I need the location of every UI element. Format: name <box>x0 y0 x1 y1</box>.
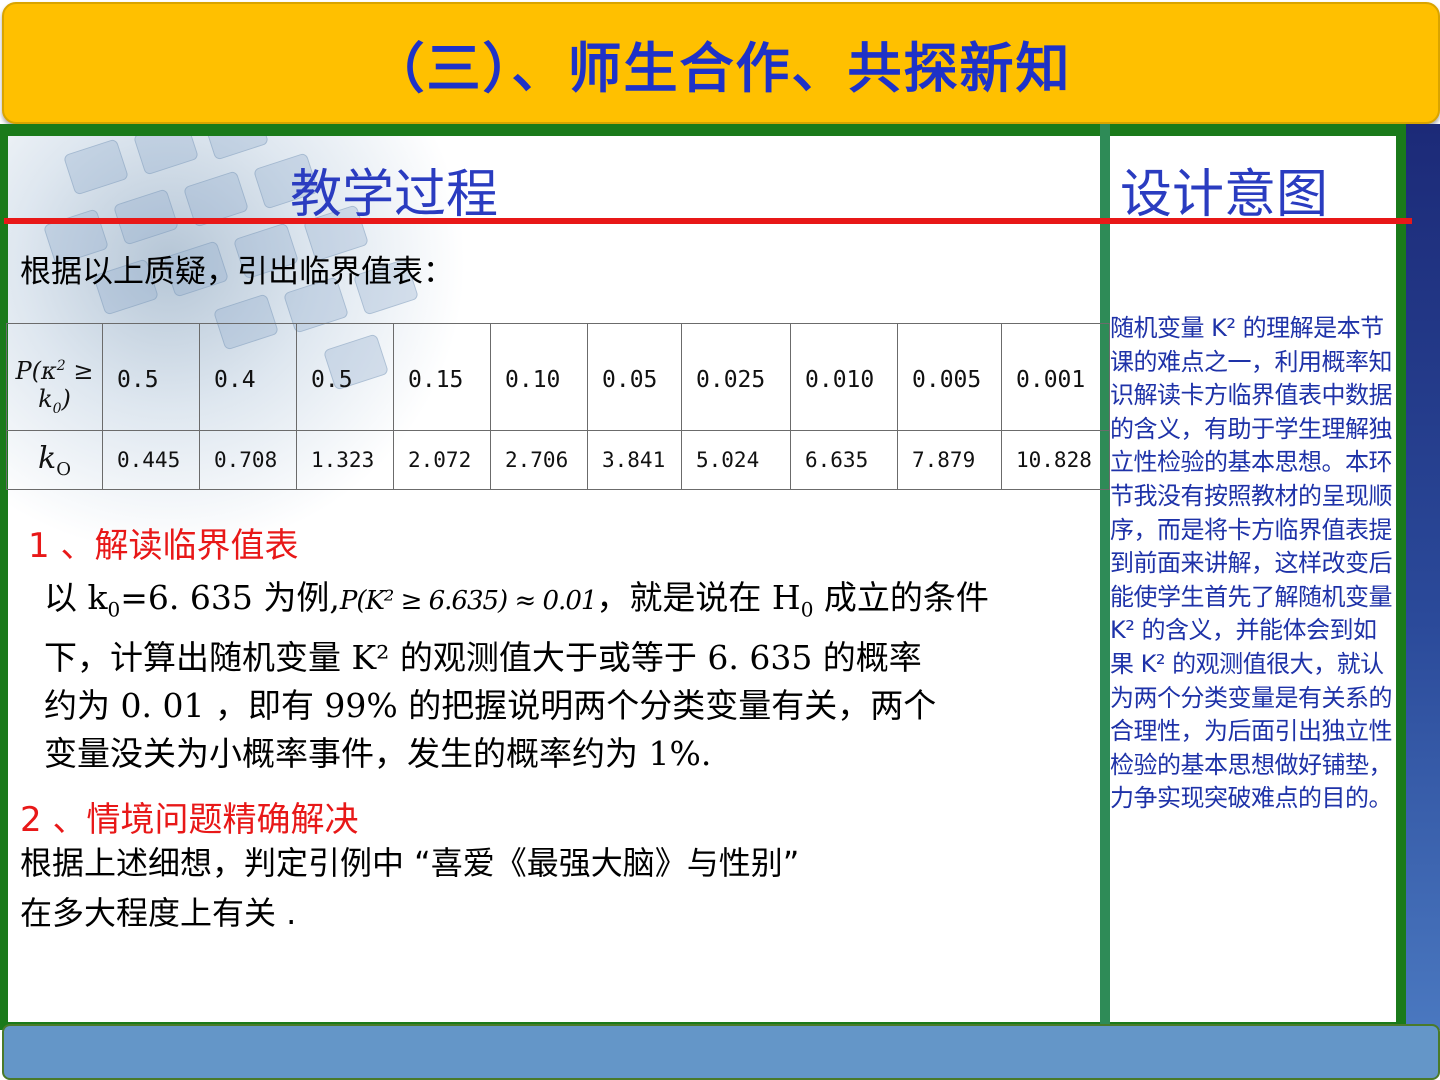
table-cell: 10.828 <box>1001 430 1110 490</box>
section-2-title: 2 、情境问题精确解决 <box>20 800 359 840</box>
table-cell: 2.706 <box>490 430 588 490</box>
table-cell: 0.010 <box>790 323 898 431</box>
table-row: P(κ2 ≥ k0) 0.5 0.4 0.5 0.15 0.10 0.05 0.… <box>6 323 1110 431</box>
design-intent-text: 随机变量 K² 的理解是本节课的难点之一，利用概率知识解读卡方临界值表中数据的含… <box>1110 314 1393 813</box>
table-cell: 0.001 <box>1001 323 1110 431</box>
title-banner: （三）、师生合作、共探新知 <box>2 2 1440 124</box>
table-cell: 0.708 <box>199 430 297 490</box>
table-cell: 7.879 <box>897 430 1002 490</box>
design-intent-heading: 设计意图 <box>1120 165 1329 225</box>
table-cell: 1.323 <box>296 430 394 490</box>
section-2-line-2: 在多大程度上有关 . <box>20 894 297 932</box>
section-1-line-4: 变量没关为小概率事件，发生的概率约为 1%. <box>44 733 712 773</box>
probability-formula: P(κ2 ≥ k0) <box>15 357 94 417</box>
table-cell: 0.5 <box>296 323 394 431</box>
bottom-bar <box>2 1024 1440 1080</box>
red-divider-line <box>4 218 1412 224</box>
teaching-process-heading: 教学过程 <box>290 165 499 225</box>
slide-title: （三）、师生合作、共探新知 <box>370 36 1072 100</box>
table-cell: 0.445 <box>102 430 200 490</box>
table-cell: 0.05 <box>587 323 682 431</box>
k-symbol: kO <box>38 440 71 480</box>
section-1-body: 以 k0=6. 635 为例,P(K² ≥ 6.635) ≈ 0.01，就是说在… <box>44 574 1094 778</box>
table-cell: 5.024 <box>681 430 791 490</box>
probability-formula: P(K² ≥ 6.635) ≈ 0.01 <box>339 586 598 616</box>
column-divider <box>1100 124 1110 1030</box>
critical-value-table: P(κ2 ≥ k0) 0.5 0.4 0.5 0.15 0.10 0.05 0.… <box>6 323 1110 490</box>
section-1-line-3: 约为 0. 01 ，即有 99% 的把握说明两个分类变量有关，两个 <box>44 685 937 725</box>
p-header-cell: P(κ2 ≥ k0) <box>6 323 103 431</box>
table-cell: 0.025 <box>681 323 791 431</box>
intro-text: 根据以上质疑，引出临界值表： <box>20 254 454 290</box>
table-cell: 0.005 <box>897 323 1002 431</box>
table-cell: 2.072 <box>393 430 491 490</box>
table-cell: 0.5 <box>102 323 200 431</box>
section-1-line-1: 以 k0=6. 635 为例,P(K² ≥ 6.635) ≈ 0.01，就是说在… <box>44 578 989 622</box>
k-header-cell: kO <box>6 430 103 490</box>
section-2-line-1: 根据上述细想，判定引例中 “喜爱《最强大脑》与性别” <box>20 844 800 882</box>
table-cell: 0.4 <box>199 323 297 431</box>
table-cell: 0.15 <box>393 323 491 431</box>
table-cell: 3.841 <box>587 430 682 490</box>
table-cell: 6.635 <box>790 430 898 490</box>
table-row: kO 0.445 0.708 1.323 2.072 2.706 3.841 5… <box>6 430 1110 490</box>
section-1-line-2: 下，计算出随机变量 K² 的观测值大于或等于 6. 635 的概率 <box>44 637 922 677</box>
section-1-title: 1 、解读临界值表 <box>28 526 299 566</box>
decorative-stripe <box>1406 124 1440 1030</box>
table-cell: 0.10 <box>490 323 588 431</box>
section-2-body: 根据上述细想，判定引例中 “喜爱《最强大脑》与性别” 在多大程度上有关 . <box>20 838 1090 938</box>
